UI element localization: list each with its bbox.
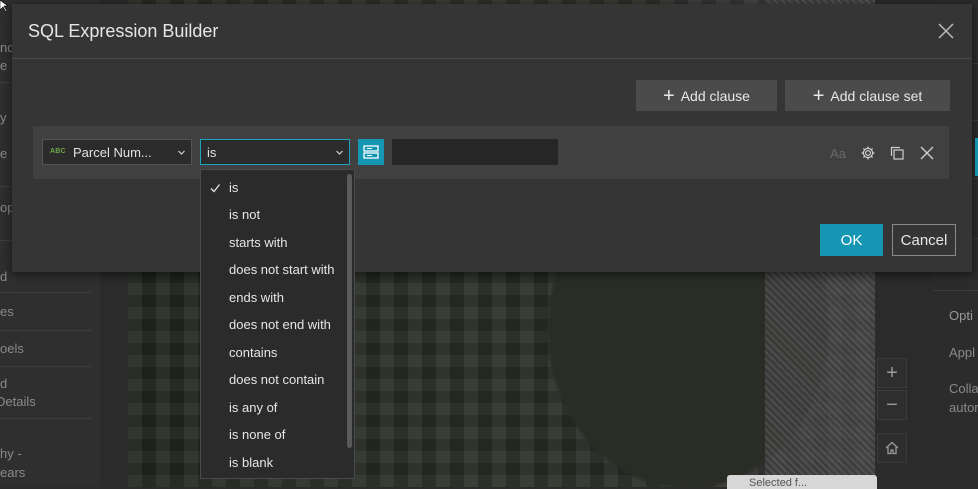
string-field-icon: ABC <box>50 148 66 155</box>
dialog-header: SQL Expression Builder <box>12 4 972 59</box>
close-icon <box>920 146 934 160</box>
plus-icon: + <box>812 84 825 107</box>
operator-option-label: is blank <box>229 455 274 470</box>
case-sensitive-icon[interactable]: Aa <box>829 144 847 162</box>
clause-settings-button[interactable] <box>859 144 877 162</box>
add-clause-set-label: Add clause set <box>830 87 923 104</box>
ok-button[interactable]: OK <box>820 224 883 256</box>
bg-left-text: d <box>0 269 8 284</box>
close-icon[interactable] <box>936 21 956 41</box>
operator-dropdown-list[interactable]: is is not starts with does not start wit… <box>200 169 355 479</box>
operator-option-label: is not <box>229 207 261 222</box>
bg-left-text: oels <box>0 341 24 356</box>
operator-option-does-not-end-with[interactable]: does not end with <box>201 311 346 338</box>
chevron-down-icon <box>336 150 343 155</box>
zoom-out-button[interactable]: − <box>877 390 907 420</box>
operator-option-is-not[interactable]: is not <box>201 201 346 228</box>
operator-select-label: is <box>207 145 217 160</box>
operator-option-contains[interactable]: contains <box>201 339 346 366</box>
plus-icon: + <box>663 84 675 107</box>
bg-left-text: e <box>0 146 8 161</box>
bg-right-text: Opti <box>949 308 973 323</box>
cancel-button[interactable]: Cancel <box>892 224 956 256</box>
checkmark-icon <box>210 184 220 193</box>
unique-values-icon <box>363 145 379 159</box>
operator-option-is-any-of[interactable]: is any of <box>201 394 346 421</box>
add-clause-set-button[interactable]: + Add clause set <box>785 80 950 111</box>
home-button[interactable] <box>877 433 907 463</box>
operator-option-label: contains <box>229 345 278 360</box>
operator-option-does-not-contain[interactable]: does not contain <box>201 366 346 393</box>
add-clause-button[interactable]: + Add clause <box>636 80 777 111</box>
delete-clause-button[interactable] <box>918 144 936 162</box>
field-select[interactable]: ABC Parcel Num... <box>42 139 192 165</box>
bg-right-text: Colla <box>949 381 978 396</box>
chevron-down-icon <box>178 150 185 155</box>
dialog-title: SQL Expression Builder <box>28 21 219 41</box>
bg-left-text: hy - <box>0 446 22 461</box>
operator-option-label: starts with <box>229 235 288 250</box>
operator-option-label: ends with <box>229 290 284 305</box>
add-clause-label: Add clause <box>680 87 750 104</box>
operator-option-does-not-start-with[interactable]: does not start with <box>201 256 346 283</box>
field-select-label: Parcel Num... <box>73 145 152 160</box>
copy-icon <box>890 146 904 160</box>
gear-icon <box>861 146 875 160</box>
clause-value-input[interactable] <box>392 139 558 165</box>
home-icon <box>885 441 899 455</box>
bg-right-text: autor <box>949 400 978 415</box>
duplicate-clause-button[interactable] <box>888 144 906 162</box>
operator-option-label: is <box>229 180 239 195</box>
bg-left-text: e <box>0 58 8 73</box>
value-mode-button[interactable] <box>358 139 384 165</box>
operator-option-is[interactable]: is <box>201 174 346 201</box>
bg-left-text: y <box>0 110 7 125</box>
dropdown-scrollbar[interactable] <box>347 174 352 448</box>
sql-expression-dialog: SQL Expression Builder + Add clause + Ad… <box>12 4 972 272</box>
zoom-in-button[interactable]: + <box>877 358 907 388</box>
bg-left-text: ears <box>0 465 26 480</box>
operator-option-label: is none of <box>229 427 286 442</box>
operator-option-is-none-of[interactable]: is none of <box>201 421 346 448</box>
operator-option-label: does not start with <box>229 262 335 277</box>
bg-left-text: Details <box>0 394 36 409</box>
operator-option-label: does not contain <box>229 372 325 387</box>
operator-option-label: is any of <box>229 400 278 415</box>
operator-option-label: does not end with <box>229 317 331 332</box>
operator-select[interactable]: is <box>200 139 350 165</box>
operator-option-starts-with[interactable]: starts with <box>201 229 346 256</box>
mouse-cursor-icon <box>0 0 8 12</box>
operator-option-is-blank[interactable]: is blank <box>201 449 346 476</box>
bg-right-text: Appl <box>949 345 976 360</box>
operator-option-ends-with[interactable]: ends with <box>201 284 346 311</box>
bg-left-text: d <box>0 376 8 391</box>
bg-left-text: es <box>0 304 14 319</box>
